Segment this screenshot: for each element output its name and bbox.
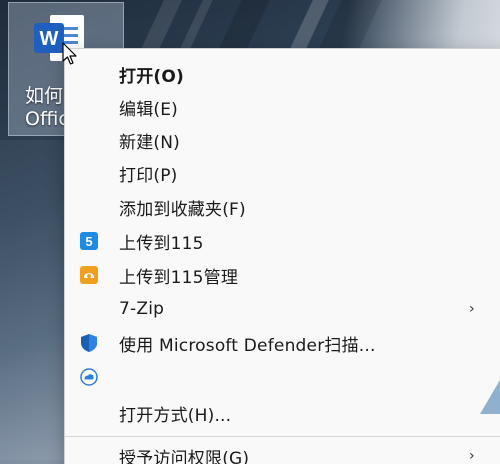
menu-item-4[interactable]: 添加到收藏夹(F) bbox=[65, 190, 500, 224]
chevron-right-icon: › bbox=[469, 448, 475, 464]
menu-item-label: 打开(O) bbox=[119, 66, 184, 87]
menu-item-label: 打印(P) bbox=[119, 165, 178, 186]
wallpaper-stripe bbox=[218, 0, 270, 50]
menu-item-10[interactable]: 打开方式(H)... bbox=[65, 396, 500, 430]
menu-separator bbox=[65, 436, 500, 437]
svg-text:W: W bbox=[40, 28, 59, 50]
menu-item-label: 上传到115管理 bbox=[119, 267, 239, 288]
defender-shield-icon bbox=[79, 333, 99, 353]
115-manager-icon bbox=[79, 265, 99, 285]
menu-item-8[interactable]: 使用 Microsoft Defender扫描... bbox=[65, 326, 500, 360]
menu-item-label: 使用 Microsoft Defender扫描... bbox=[119, 335, 376, 356]
menu-item-0[interactable]: 打开(O) bbox=[65, 57, 500, 91]
menu-item-label: 上传到115 bbox=[119, 233, 204, 254]
menu-item-9[interactable] bbox=[65, 360, 500, 394]
menu-item-label: 编辑(E) bbox=[119, 99, 179, 120]
menu-item-label: 授予访问权限(G) bbox=[119, 448, 250, 464]
wallpaper-stripe bbox=[318, 0, 382, 50]
menu-item-label: 新建(N) bbox=[119, 132, 180, 153]
menu-item-6[interactable]: 上传到115管理 bbox=[65, 258, 500, 292]
menu-item-label: 打开方式(H)... bbox=[119, 405, 232, 426]
menu-item-label: 添加到收藏夹(F) bbox=[119, 199, 246, 220]
wallpaper-shape bbox=[480, 380, 500, 414]
svg-text:5: 5 bbox=[85, 234, 92, 249]
menu-item-1[interactable]: 编辑(E) bbox=[65, 90, 500, 124]
mouse-cursor-icon bbox=[62, 42, 77, 65]
cloud-sync-icon bbox=[79, 367, 99, 387]
context-menu: 打开(O) 编辑(E) 新建(N) 打印(P) 添加到收藏夹(F) 5 上传到115 上传到1… bbox=[64, 48, 500, 464]
menu-item-3[interactable]: 打印(P) bbox=[65, 156, 500, 190]
115-upload-icon: 5 bbox=[79, 231, 99, 251]
menu-item-5[interactable]: 5 上传到115 bbox=[65, 224, 500, 258]
chevron-right-icon: › bbox=[469, 301, 475, 317]
menu-item-7[interactable]: 7-Zip › bbox=[65, 292, 500, 326]
wallpaper-stripe bbox=[0, 140, 65, 460]
wallpaper-stripe bbox=[177, 0, 213, 55]
menu-item-2[interactable]: 新建(N) bbox=[65, 123, 500, 157]
menu-item-11[interactable]: 授予访问权限(G) › bbox=[65, 439, 500, 464]
menu-item-label: 7-Zip bbox=[119, 299, 165, 319]
